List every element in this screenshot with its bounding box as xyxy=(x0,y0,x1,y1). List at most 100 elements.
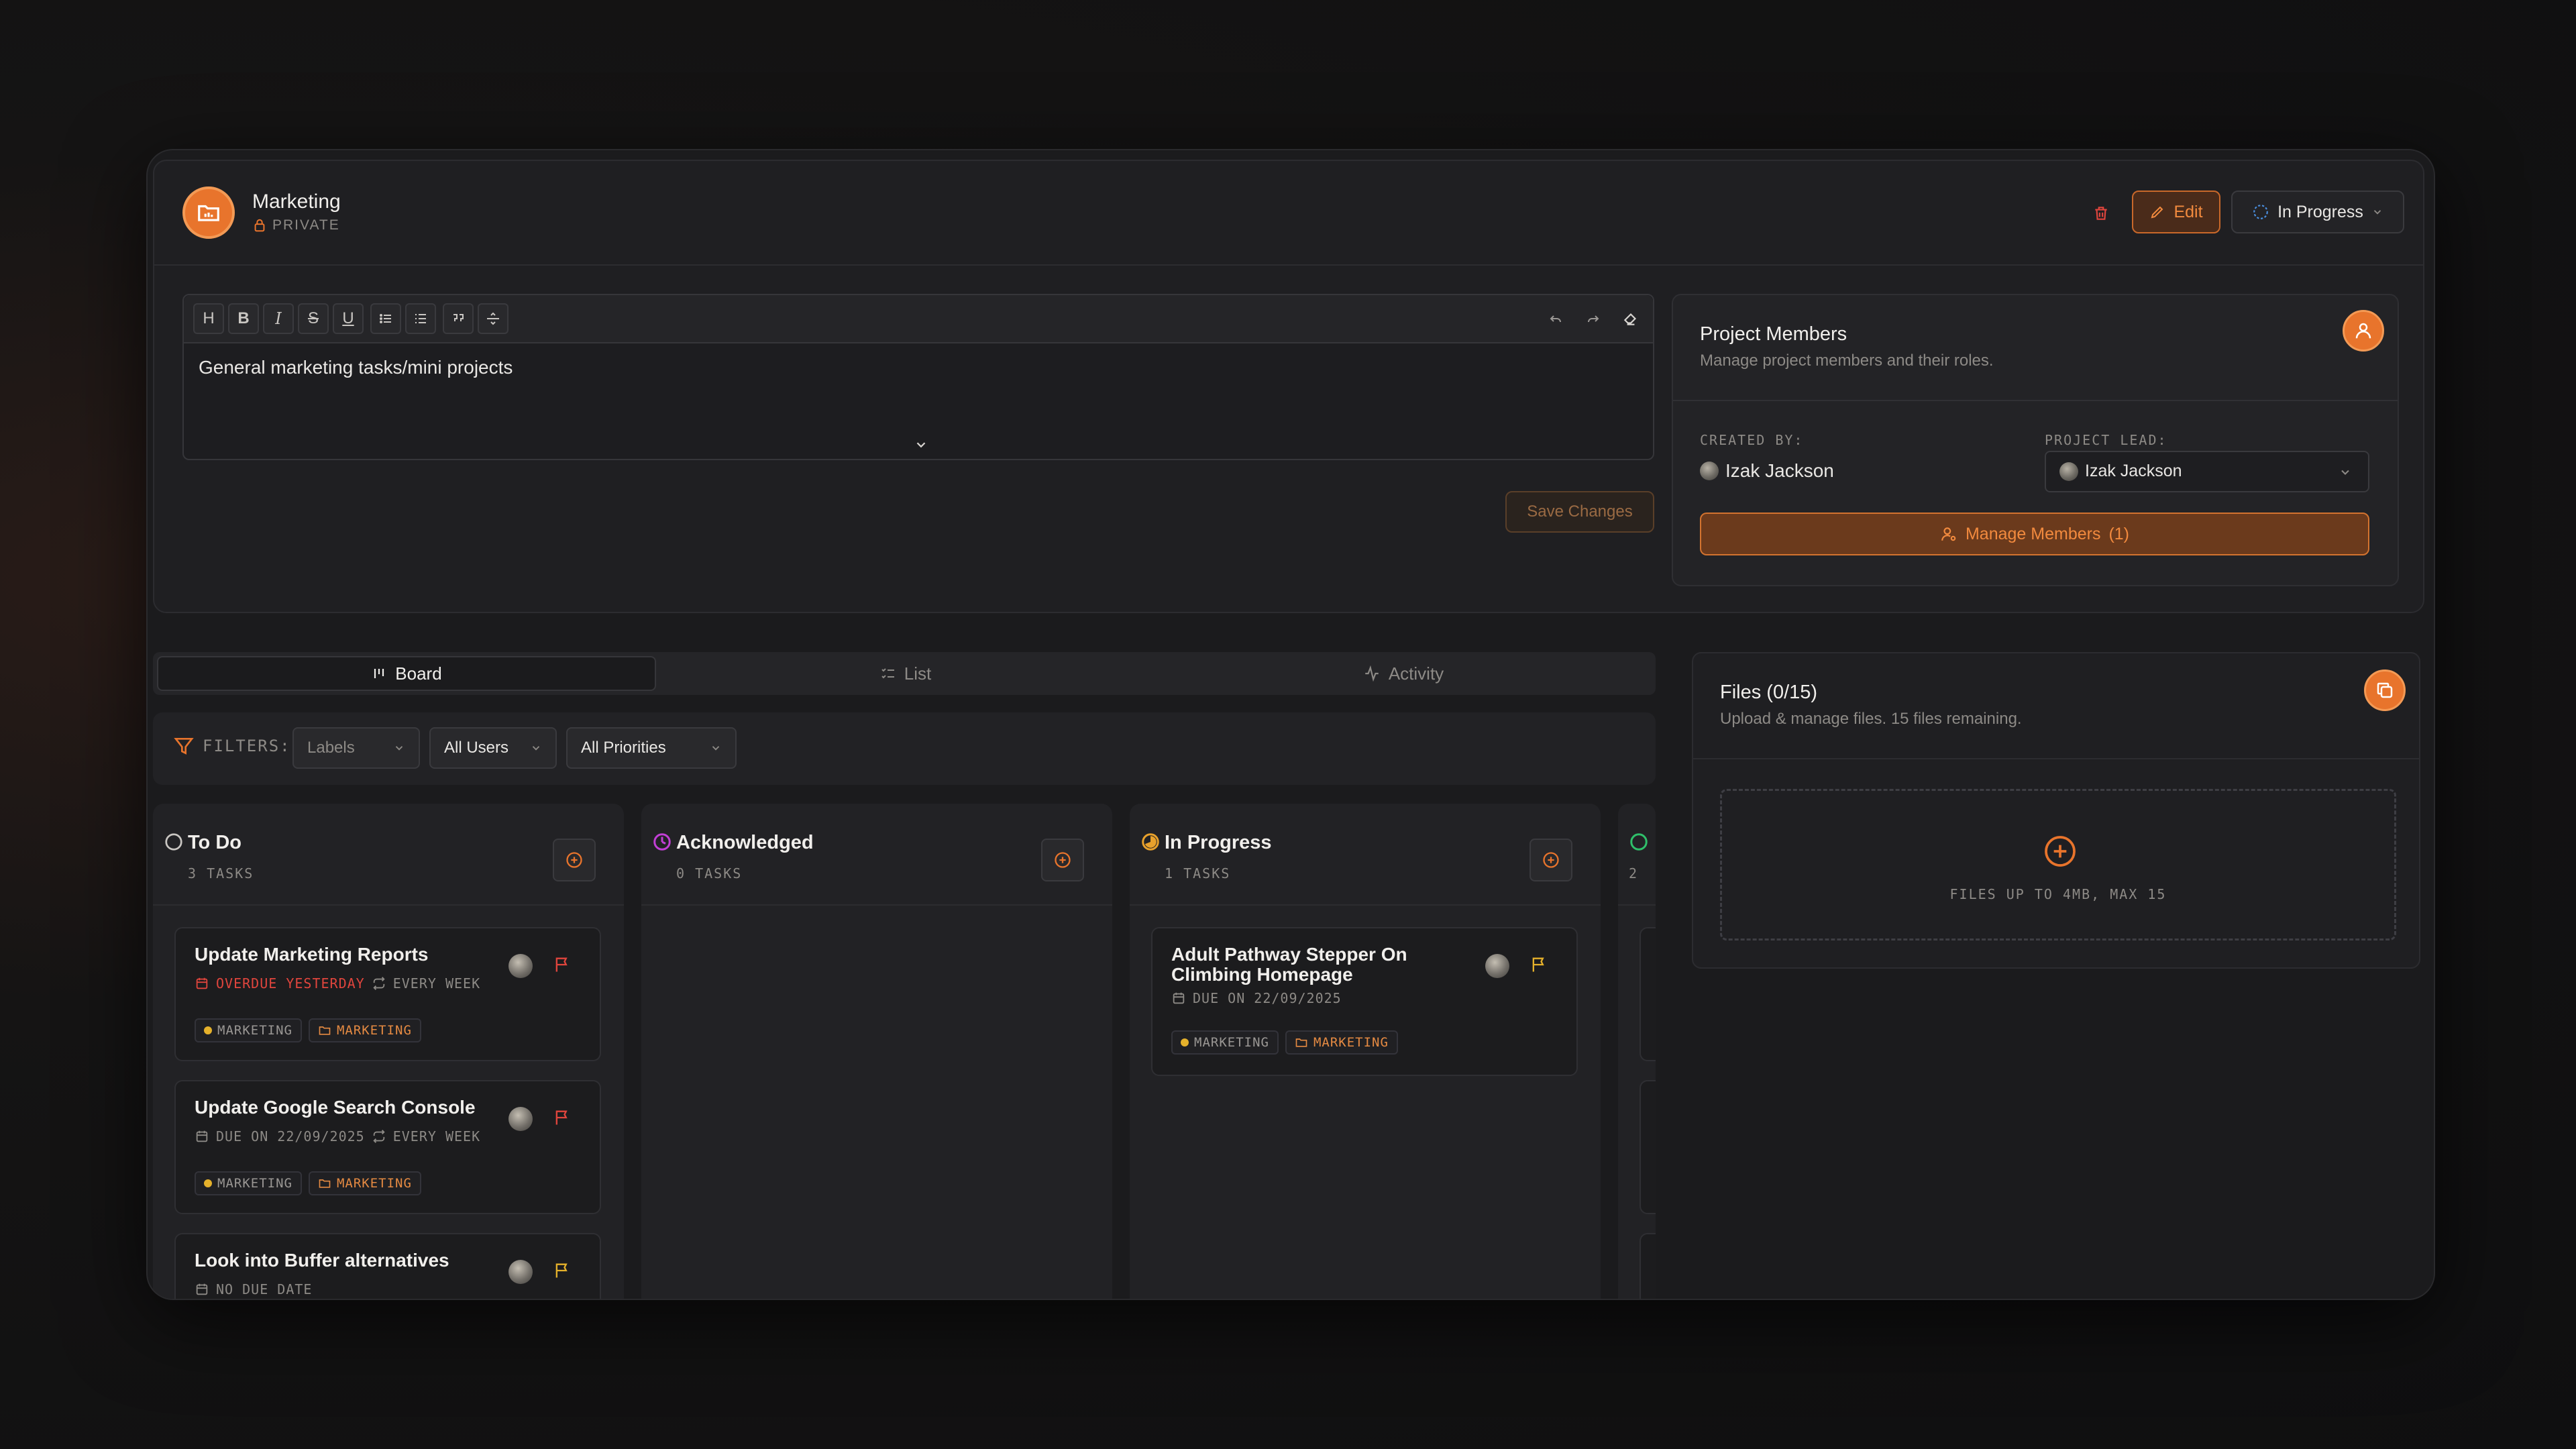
project-lead-name: Izak Jackson xyxy=(2085,462,2182,480)
activity-icon xyxy=(1365,665,1379,682)
task-card[interactable] xyxy=(1640,1080,1656,1214)
task-card[interactable] xyxy=(1640,1233,1656,1299)
task-repeat: EVERY WEEK xyxy=(392,1128,481,1144)
created-by-label: CREATED BY: xyxy=(1700,432,1804,448)
clear-format-button[interactable] xyxy=(1615,303,1646,334)
in-progress-status-icon xyxy=(1142,833,1159,851)
manage-members-button[interactable]: Manage Members (1) xyxy=(1700,513,2369,555)
strikethrough-button[interactable]: S xyxy=(298,303,329,334)
members-title: Project Members xyxy=(1700,323,1847,345)
task-meta: DUE ON 22/09/2025 xyxy=(1171,990,1342,1006)
list-check-icon xyxy=(881,668,894,679)
quote-button[interactable] xyxy=(443,303,474,334)
task-card[interactable]: Look into Buffer alternatives NO DUE DAT… xyxy=(174,1233,601,1299)
divider-button[interactable] xyxy=(478,303,508,334)
bold-button[interactable]: B xyxy=(228,303,259,334)
plus-circle-icon xyxy=(1543,852,1559,868)
labels-filter[interactable]: Labels xyxy=(292,727,420,769)
tag-dot xyxy=(204,1179,212,1187)
add-task-button[interactable] xyxy=(1529,839,1572,881)
filters-label: FILTERS: xyxy=(173,735,291,757)
tab-board-label: Board xyxy=(395,663,442,684)
project-members-card: Project Members Manage project members a… xyxy=(1672,294,2399,586)
visibility-text: PRIVATE xyxy=(272,217,340,233)
save-changes-button[interactable]: Save Changes xyxy=(1505,491,1654,533)
undo-button[interactable] xyxy=(1540,303,1571,334)
ordered-list-button[interactable] xyxy=(405,303,436,334)
tab-board[interactable]: Board xyxy=(157,656,656,691)
task-title: Update Google Search Console xyxy=(195,1097,476,1118)
tab-activity[interactable]: Activity xyxy=(1155,656,1652,691)
task-card[interactable] xyxy=(1640,927,1656,1061)
delete-project-button[interactable] xyxy=(2085,197,2117,229)
task-card[interactable]: Update Marketing Reports OVERDUE YESTERD… xyxy=(174,927,601,1061)
italic-button[interactable]: I xyxy=(263,303,294,334)
editor-content[interactable]: General marketing tasks/mini projects xyxy=(199,357,513,378)
edit-button[interactable]: Edit xyxy=(2132,191,2220,233)
bullet-list-button[interactable] xyxy=(370,303,401,334)
column-acknowledged: Acknowledged 0 TASKS xyxy=(641,804,1112,1299)
avatar xyxy=(2059,462,2078,481)
created-by-user: Izak Jackson xyxy=(1700,460,1834,482)
quote-icon xyxy=(453,314,464,321)
status-select[interactable]: In Progress xyxy=(2231,191,2404,233)
expand-chevron-icon[interactable] xyxy=(914,436,928,457)
calendar-icon xyxy=(196,1283,208,1295)
task-title: Adult Pathway Stepper On Climbing Homepa… xyxy=(1171,944,1407,985)
project-tag: MARKETING xyxy=(308,1018,421,1042)
manage-members-count: (1) xyxy=(2108,524,2130,543)
priority-flag-icon[interactable] xyxy=(553,1108,572,1127)
manage-members-label: Manage Members xyxy=(1965,524,2101,543)
visibility-label: PRIVATE xyxy=(252,217,340,233)
pencil-icon xyxy=(2151,206,2163,219)
repeat-icon xyxy=(373,1130,385,1143)
created-by-name: Izak Jackson xyxy=(1725,460,1834,481)
task-tags: MARKETING MARKETING xyxy=(1171,1030,1398,1055)
redo-button[interactable] xyxy=(1578,303,1609,334)
tab-list[interactable]: List xyxy=(656,656,1155,691)
files-card: Files (0/15) Upload & manage files. 15 f… xyxy=(1692,652,2420,969)
underline-button[interactable]: U xyxy=(333,303,364,334)
heading-button[interactable]: H xyxy=(193,303,224,334)
priority-flag-icon[interactable] xyxy=(553,955,572,974)
add-task-button[interactable] xyxy=(1041,839,1084,881)
chevron-down-icon xyxy=(532,746,540,751)
priority-flag-icon[interactable] xyxy=(1529,955,1548,974)
task-meta: DUE ON 22/09/2025 EVERY WEEK xyxy=(195,1128,480,1144)
avatar[interactable] xyxy=(508,954,533,978)
users-filter[interactable]: All Users xyxy=(429,727,557,769)
eraser-icon xyxy=(1623,313,1637,325)
kanban-icon xyxy=(374,669,384,678)
files-subtitle: Upload & manage files. 15 files remainin… xyxy=(1720,710,2022,728)
task-meta: OVERDUE YESTERDAY EVERY WEEK xyxy=(195,975,480,991)
task-due: OVERDUE YESTERDAY xyxy=(216,975,365,991)
task-card[interactable]: Update Google Search Console DUE ON 22/0… xyxy=(174,1080,601,1214)
bullet-list-icon xyxy=(380,314,391,323)
column-todo: To Do 3 TASKS Update Marketing Reports O… xyxy=(153,804,624,1299)
calendar-icon xyxy=(196,977,208,989)
task-due: NO DUE DATE xyxy=(216,1281,313,1297)
column-in-progress: In Progress 1 TASKS Adult Pathway Steppe… xyxy=(1130,804,1601,1299)
add-task-button[interactable] xyxy=(553,839,596,881)
column-divider xyxy=(1130,904,1601,906)
user-cog-icon xyxy=(1941,527,1956,541)
file-dropzone[interactable]: FILES UP TO 4MB, MAX 15 xyxy=(1720,789,2396,941)
avatar[interactable] xyxy=(1485,954,1509,978)
task-card[interactable]: Adult Pathway Stepper On Climbing Homepa… xyxy=(1151,927,1578,1076)
description-editor[interactable]: H B I S U General marketing tasks/mini p… xyxy=(182,294,1654,460)
project-window: Marketing PRIVATE Edit In Progress H B I… xyxy=(146,149,2435,1300)
avatar[interactable] xyxy=(508,1260,533,1284)
repeat-icon xyxy=(373,977,385,990)
folder-icon xyxy=(319,1026,331,1035)
status-progress-icon xyxy=(2253,205,2268,219)
task-tags: MARKETING MARKETING xyxy=(195,1171,421,1195)
avatar[interactable] xyxy=(508,1107,533,1131)
project-header-card: Marketing PRIVATE Edit In Progress H B I… xyxy=(153,160,2424,613)
project-lead-select[interactable]: Izak Jackson xyxy=(2045,451,2369,492)
priorities-filter[interactable]: All Priorities xyxy=(566,727,737,769)
chevron-down-icon xyxy=(712,746,720,751)
priority-flag-icon[interactable] xyxy=(553,1261,572,1280)
label-tag: MARKETING xyxy=(195,1171,302,1195)
folder-icon xyxy=(319,1179,331,1188)
folder-icon xyxy=(182,186,235,239)
